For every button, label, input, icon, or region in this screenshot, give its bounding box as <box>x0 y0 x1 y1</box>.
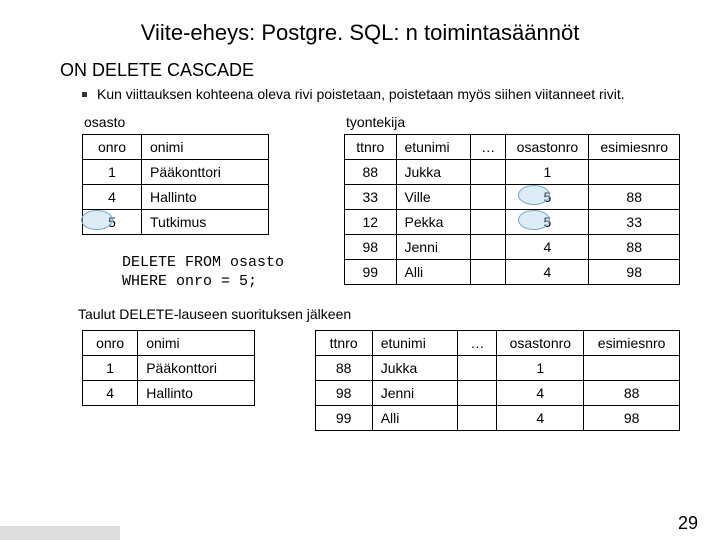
tyontekija-before-block: tyontekija ttnro etunimi … osastonro esi… <box>344 114 680 285</box>
table-row: 1 Pääkonttori <box>83 159 269 184</box>
table-row: 88 Jukka 1 <box>315 355 679 380</box>
after-label: Taulut DELETE-lauseen suorituksen jälkee… <box>78 306 680 322</box>
tyontekija-before-table: ttnro etunimi … osastonro esimiesnro 88 … <box>344 134 680 285</box>
table-row: 98 Jenni 4 88 <box>315 380 679 405</box>
page-number: 29 <box>678 513 698 534</box>
col-onimi: onimi <box>142 134 269 159</box>
bullet-text: Kun viittauksen kohteena oleva rivi pois… <box>97 85 625 104</box>
footer-bar <box>0 526 120 540</box>
osasto-label: osasto <box>84 114 284 130</box>
table-row: 99 Alli 4 98 <box>315 405 679 430</box>
sql-statement: DELETE FROM osasto WHERE onro = 5; <box>122 253 284 292</box>
table-row: 4 Hallinto <box>83 380 255 405</box>
slide-subtitle: ON DELETE CASCADE <box>60 60 680 81</box>
table-row: 99 Alli 4 98 <box>345 259 680 284</box>
tyontekija-after-block: ttnro etunimi … osastonro esimiesnro 88 … <box>315 330 680 431</box>
bullet-icon <box>82 92 87 97</box>
osasto-before-block: osasto onro onimi 1 Pääkonttori 4 Hallin… <box>82 114 284 292</box>
osasto-after-table: onro onimi 1 Pääkonttori 4 Hallinto <box>82 330 255 406</box>
table-row: 5 Tutkimus <box>83 209 269 234</box>
osasto-after-block: onro onimi 1 Pääkonttori 4 Hallinto <box>82 330 255 406</box>
tyontekija-after-table: ttnro etunimi … osastonro esimiesnro 88 … <box>315 330 680 431</box>
table-row: 33 Ville 5 88 <box>345 184 680 209</box>
table-row: 88 Jukka 1 <box>345 159 680 184</box>
table-row: 4 Hallinto <box>83 184 269 209</box>
table-row: 1 Pääkonttori <box>83 355 255 380</box>
table-row: 12 Pekka 5 33 <box>345 209 680 234</box>
col-onro: onro <box>83 134 142 159</box>
bullet-item: Kun viittauksen kohteena oleva rivi pois… <box>82 85 680 104</box>
table-row: 98 Jenni 4 88 <box>345 234 680 259</box>
osasto-before-table: onro onimi 1 Pääkonttori 4 Hallinto 5 T <box>82 134 269 235</box>
tyontekija-label: tyontekija <box>346 114 680 130</box>
slide-title: Viite-eheys: Postgre. SQL: n toimintasää… <box>40 20 680 46</box>
